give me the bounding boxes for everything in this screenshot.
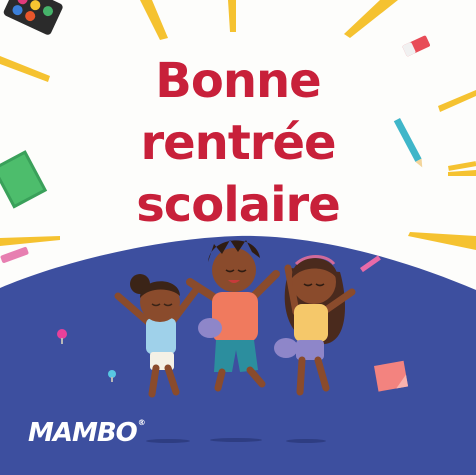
pink-crayon-icon: [0, 246, 29, 263]
registered-mark: ®: [137, 418, 146, 427]
headline-line-2: rentrée: [140, 115, 336, 171]
headline-line-1: Bonne: [155, 53, 321, 109]
headline: Bonne rentrée scolaire: [0, 50, 476, 236]
poster: Bonne rentrée scolaire MAMBO®: [0, 0, 476, 475]
headline-line-3: scolaire: [136, 177, 341, 233]
sticky-note-icon: [374, 360, 409, 392]
brand-logo: MAMBO®: [28, 418, 146, 448]
watercolor-palette-icon: [3, 0, 63, 35]
brand-name: MAMBO: [28, 418, 138, 448]
